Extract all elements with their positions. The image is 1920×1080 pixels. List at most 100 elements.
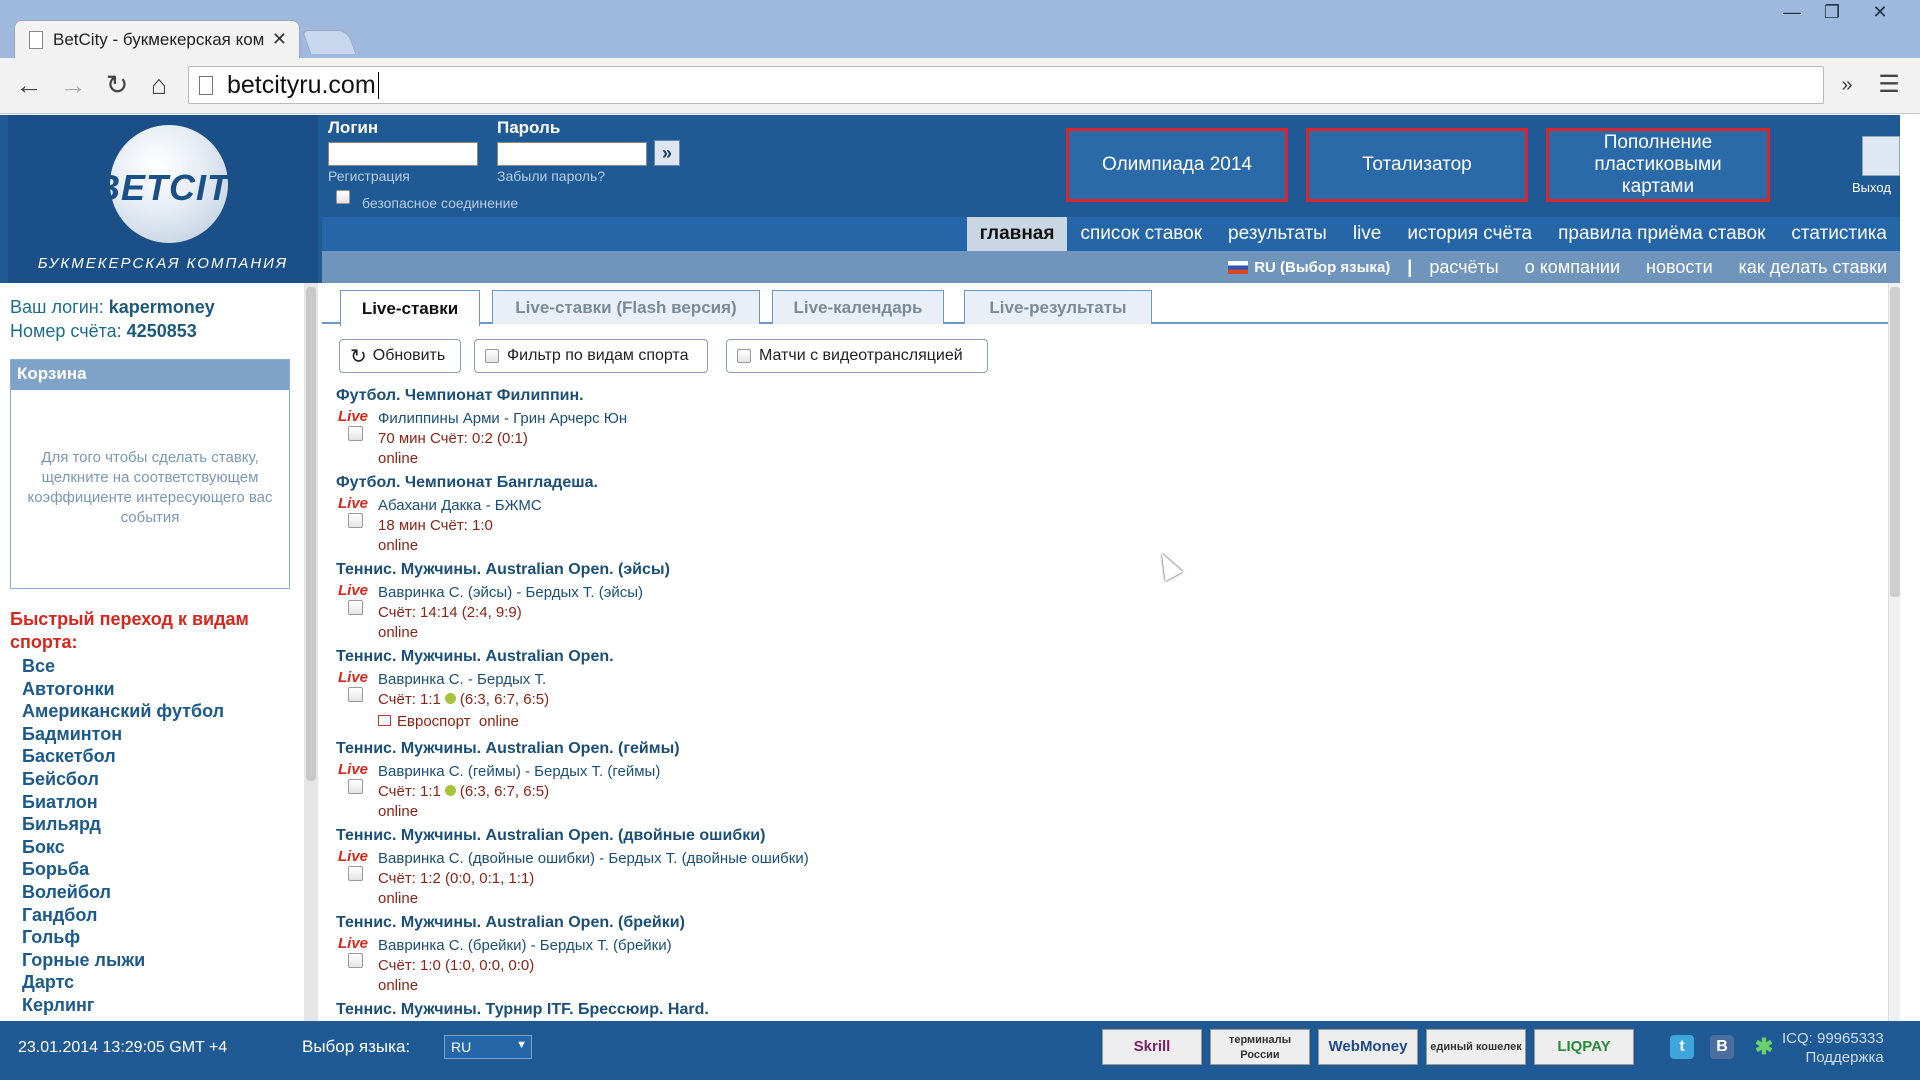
event-checkbox[interactable] xyxy=(348,687,363,702)
event-match[interactable]: Вавринка С. - Бердых Т. xyxy=(378,671,546,688)
event-match[interactable]: Вавринка С. (брейки) - Бердых Т. (брейки… xyxy=(378,937,672,954)
close-window-icon[interactable]: ✕ xyxy=(1860,0,1900,26)
reload-icon[interactable]: ↻ xyxy=(100,68,134,102)
footer-language-select[interactable]: RU ▼ xyxy=(444,1035,532,1059)
sport-link[interactable]: Биатлон xyxy=(22,791,224,814)
sport-link[interactable]: Американский футбол xyxy=(22,700,224,723)
event-checkbox[interactable] xyxy=(348,513,363,528)
close-tab-icon[interactable]: ✕ xyxy=(272,29,287,50)
scrollbar-thumb[interactable] xyxy=(306,287,316,781)
refresh-button[interactable]: ↻ Обновить xyxy=(339,339,461,373)
event-title[interactable]: Теннис. Мужчины. Australian Open. (брейк… xyxy=(336,913,1336,935)
subnav-item-settlements[interactable]: расчёты xyxy=(1416,257,1511,278)
bookmarks-overflow-icon[interactable]: » xyxy=(1830,68,1864,102)
new-tab-button[interactable] xyxy=(301,30,357,54)
event-checkbox[interactable] xyxy=(348,600,363,615)
sport-link[interactable]: Автогонки xyxy=(22,678,224,701)
event-title[interactable]: Футбол. Чемпионат Бангладеша. xyxy=(336,473,1336,495)
tab-live-calendar[interactable]: Live-календарь xyxy=(772,290,944,324)
event-checkbox[interactable] xyxy=(348,866,363,881)
sport-link[interactable]: Горные лыжи xyxy=(22,949,224,972)
twitter-icon[interactable]: t xyxy=(1670,1035,1694,1059)
event-title[interactable]: Футбол. Чемпионат Филиппин. xyxy=(336,386,1336,408)
browser-tab[interactable]: BetCity - букмекерская ком ✕ xyxy=(14,20,300,58)
promo-olympics-button[interactable]: Олимпиада 2014 xyxy=(1066,128,1288,202)
nav-item-live[interactable]: live xyxy=(1340,217,1395,251)
scrollbar-thumb[interactable] xyxy=(1890,287,1900,597)
sport-link[interactable]: Бокс xyxy=(22,836,224,859)
liqpay-logo[interactable]: LIQPAY xyxy=(1534,1029,1634,1065)
register-link[interactable]: Регистрация xyxy=(328,168,410,184)
nav-item-results[interactable]: результаты xyxy=(1215,217,1340,251)
logo[interactable]: BETCITY БУКМЕКЕРСКАЯ КОМПАНИЯ xyxy=(8,115,318,283)
video-matches-checkbox[interactable] xyxy=(737,349,751,363)
vkontakte-icon[interactable]: B xyxy=(1710,1035,1734,1059)
event-checkbox[interactable] xyxy=(348,953,363,968)
event-title[interactable]: Теннис. Мужчины. Турнир ITF. Брессюир. H… xyxy=(336,1000,1336,1021)
event-title[interactable]: Теннис. Мужчины. Australian Open. xyxy=(336,647,1336,669)
skrill-logo[interactable]: Skrill xyxy=(1102,1029,1202,1065)
event-match[interactable]: Вавринка С. (двойные ошибки) - Бердых Т.… xyxy=(378,850,809,867)
refresh-label: Обновить xyxy=(372,347,446,364)
support-link[interactable]: Поддержка xyxy=(1782,1048,1883,1067)
sport-filter-checkbox[interactable] xyxy=(485,349,499,363)
webmoney-logo[interactable]: WebMoney xyxy=(1318,1029,1418,1065)
event-checkbox[interactable] xyxy=(348,779,363,794)
event-match[interactable]: Вавринка С. (эйсы) - Бердых Т. (эйсы) xyxy=(378,584,643,601)
tv-channel[interactable]: Евроспорт xyxy=(397,713,471,730)
promo-totalizator-button[interactable]: Тотализатор xyxy=(1306,128,1528,202)
nav-item-account-history[interactable]: история счёта xyxy=(1394,217,1545,251)
sport-link[interactable]: Волейбол xyxy=(22,881,224,904)
forward-icon[interactable]: → xyxy=(56,68,90,102)
russia-terminals-logo[interactable]: терминалы России xyxy=(1210,1029,1310,1065)
sport-link[interactable]: Баскетбол xyxy=(22,745,224,768)
left-scrollbar[interactable] xyxy=(304,283,318,1021)
maximize-icon[interactable]: ❐ xyxy=(1812,0,1852,26)
subnav-item-how-to-bet[interactable]: как делать ставки xyxy=(1726,257,1900,278)
address-bar[interactable]: betcityru.com xyxy=(188,66,1824,104)
exit-door-icon[interactable] xyxy=(1862,136,1900,176)
main-scrollbar[interactable] xyxy=(1888,283,1900,1021)
sport-link[interactable]: Гандбол xyxy=(22,904,224,927)
minimize-icon[interactable]: — xyxy=(1772,0,1812,26)
sport-link[interactable]: Гольф xyxy=(22,926,224,949)
login-submit-button[interactable]: » xyxy=(654,140,680,166)
nav-item-rules[interactable]: правила приёма ставок xyxy=(1545,217,1778,251)
nav-item-home[interactable]: главная xyxy=(966,217,1068,251)
sport-link[interactable]: Бильярд xyxy=(22,813,224,836)
subnav-item-news[interactable]: новости xyxy=(1633,257,1726,278)
sport-link[interactable]: Борьба xyxy=(22,858,224,881)
event-match[interactable]: Вавринка С. (геймы) - Бердых Т. (геймы) xyxy=(378,763,660,780)
tab-live-bets[interactable]: Live-ставки xyxy=(340,290,480,326)
sport-link[interactable]: Бейсбол xyxy=(22,768,224,791)
wallet-one-logo[interactable]: единый кошелек xyxy=(1426,1029,1526,1065)
language-selector[interactable]: RU (Выбор языка) xyxy=(1215,259,1403,276)
sport-link[interactable]: Керлинг xyxy=(22,994,224,1017)
event-title[interactable]: Теннис. Мужчины. Australian Open. (эйсы) xyxy=(336,560,1336,582)
hamburger-menu-icon[interactable]: ☰ xyxy=(1872,68,1906,102)
sport-link[interactable]: Дартс xyxy=(22,971,224,994)
event-match[interactable]: Филиппины Арми - Грин Арчерс Юн xyxy=(378,410,627,427)
promo-card-topup-button[interactable]: Пополнение пластиковыми картами xyxy=(1546,128,1770,202)
secure-connection-checkbox[interactable] xyxy=(336,190,350,204)
event-checkbox[interactable] xyxy=(348,426,363,441)
icq-number[interactable]: ICQ: 99965333 xyxy=(1782,1029,1884,1048)
sport-link[interactable]: Все xyxy=(22,655,224,678)
back-icon[interactable]: ← xyxy=(12,68,46,102)
password-input[interactable] xyxy=(497,142,647,166)
sport-filter-toggle[interactable]: Фильтр по видам спорта xyxy=(474,339,708,373)
video-matches-toggle[interactable]: Матчи с видеотрансляцией xyxy=(726,339,988,373)
subnav-item-about[interactable]: о компании xyxy=(1512,257,1633,278)
tab-live-results[interactable]: Live-результаты xyxy=(964,290,1152,324)
tab-live-flash[interactable]: Live-ставки (Flash версия) xyxy=(492,290,760,324)
nav-item-statistics[interactable]: статистика xyxy=(1778,217,1900,251)
exit-label[interactable]: Выход xyxy=(1852,180,1891,195)
event-title[interactable]: Теннис. Мужчины. Australian Open. (геймы… xyxy=(336,739,1336,761)
forgot-password-link[interactable]: Забыли пароль? xyxy=(497,168,605,184)
event-match[interactable]: Абахани Дакка - БЖМС xyxy=(378,497,542,514)
login-input[interactable] xyxy=(328,142,478,166)
home-icon[interactable]: ⌂ xyxy=(142,68,176,102)
event-title[interactable]: Теннис. Мужчины. Australian Open. (двойн… xyxy=(336,826,1336,848)
nav-item-bet-list[interactable]: список ставок xyxy=(1067,217,1215,251)
sport-link[interactable]: Бадминтон xyxy=(22,723,224,746)
